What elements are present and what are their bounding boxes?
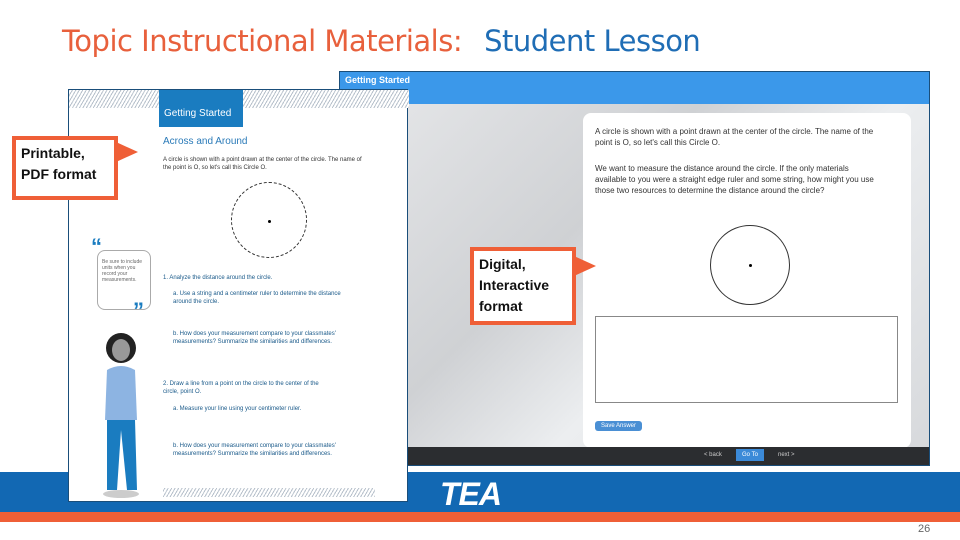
pdf-intro: A circle is shown with a point drawn at … (163, 157, 362, 171)
pdf-q2b: b. How does your measurement compare to … (173, 443, 336, 457)
student-illustration-icon (103, 333, 139, 498)
next-button[interactable]: next > (778, 452, 795, 458)
digital-arrow-icon (574, 256, 596, 276)
page-number: 26 (918, 523, 931, 535)
pdf-q2a: a. Measure your line using your centimet… (173, 406, 302, 412)
circle-o (710, 225, 790, 305)
pdf-q1b: b. How does your measurement compare to … (173, 331, 336, 345)
back-button[interactable]: < back (704, 452, 722, 458)
footer-stripe (0, 512, 960, 522)
printable-callout: Printable, PDF format (12, 136, 118, 200)
pdf-q1a: a. Use a string and a centimeter ruler t… (173, 291, 341, 305)
go-to-button[interactable]: Go To (736, 449, 764, 461)
close-quote-icon: ” (133, 298, 144, 323)
answer-textarea[interactable] (595, 316, 898, 403)
title-part2: Student Lesson (484, 24, 701, 58)
save-answer-button[interactable]: Save Answer (595, 421, 643, 431)
question-prompt: We want to measure the distance around t… (595, 164, 874, 195)
slide-title: Topic Instructional Materials: Student Le… (62, 24, 701, 58)
question-intro: A circle is shown with a point drawn at … (595, 127, 874, 147)
pdf-circle (231, 182, 307, 258)
pdf-q2: 2. Draw a line from a point on the circl… (163, 381, 319, 395)
title-part1: Topic Instructional Materials: (62, 24, 463, 58)
question-card: A circle is shown with a point drawn at … (583, 113, 911, 448)
app-header-title: Getting Started (345, 75, 411, 85)
app-nav-bar: < back Go To next > (340, 447, 929, 465)
printable-arrow-icon (116, 142, 138, 162)
getting-started-tab: Getting Started (159, 90, 243, 127)
app-header: Getting Started (340, 72, 929, 104)
pdf-q1: 1. Analyze the distance around the circl… (163, 275, 273, 281)
pdf-center-point (268, 220, 271, 223)
center-point (749, 264, 752, 267)
hatch-footer (163, 488, 375, 497)
digital-callout: Digital, Interactive format (470, 247, 576, 325)
digital-lesson-screenshot: Getting Started A circle is shown with a… (339, 71, 930, 466)
pdf-heading: Across and Around (163, 136, 248, 147)
tea-logo: TEA (440, 476, 502, 512)
